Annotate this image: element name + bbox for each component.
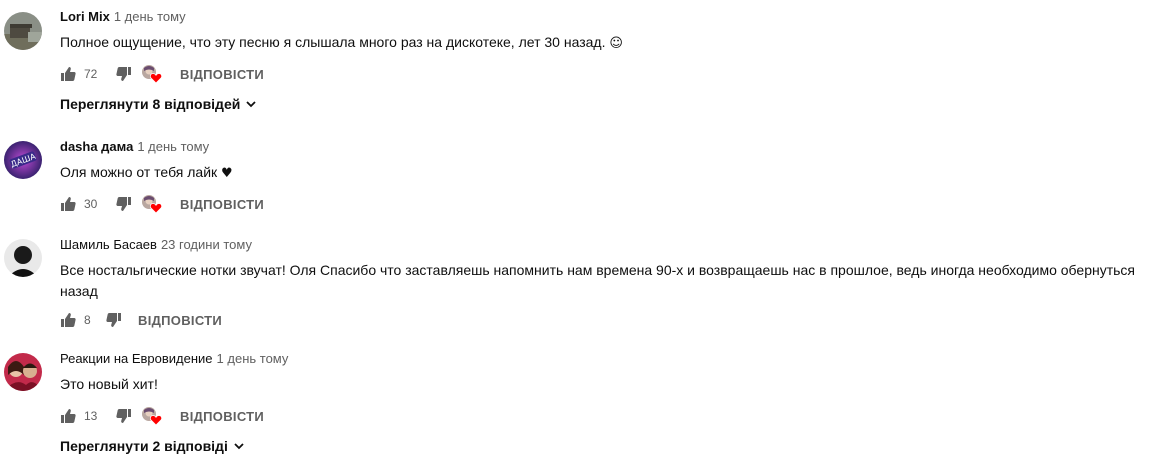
comment: Реакции на Евровидение 1 день тому Это но… [0, 350, 1151, 457]
creator-heart [142, 65, 164, 84]
comment-header: dasha дама 1 день тому [60, 138, 1151, 156]
comment-text: Оля можно от тебя лайк ♥ [60, 162, 1151, 184]
comment-actions: 13 ВІДПОВІСТИ [60, 404, 264, 428]
comment-text-body: Оля можно от тебя лайк [60, 164, 218, 180]
like-count: 13 [84, 409, 98, 423]
comment-text-body: Полное ощущение, что эту песню я слышала… [60, 34, 606, 50]
comment-body: Lori Mix 1 день тому Полное ощущение, что… [60, 8, 1151, 54]
comment-text: Полное ощущение, что эту песню я слышала… [60, 32, 1151, 54]
reply-button[interactable]: ВІДПОВІСТИ [180, 197, 264, 212]
dislike-icon[interactable] [116, 196, 132, 212]
comment: Шамиль Басаев 23 години тому Все ностальг… [0, 236, 1151, 336]
comment-text: Это новый хит! [60, 376, 158, 392]
black-heart-emoji: ♥ [221, 166, 233, 181]
creator-heart [142, 407, 164, 426]
view-replies-label: Переглянути 8 відповідей [60, 96, 241, 112]
like-count: 72 [84, 67, 98, 81]
author-name[interactable]: Реакции на Евровидение [60, 351, 213, 366]
heart-icon [149, 201, 163, 214]
dislike-icon[interactable] [116, 66, 132, 82]
like-count: 8 [84, 313, 91, 327]
chevron-down-icon [234, 443, 244, 450]
creator-heart [142, 195, 164, 214]
like-icon[interactable] [60, 312, 76, 328]
comment-time[interactable]: 23 години тому [161, 237, 252, 252]
smile-emoji: ☺ [609, 36, 623, 51]
avatar[interactable] [4, 353, 42, 391]
comment: ДАША dasha дама 1 день тому Оля можно от … [0, 138, 1151, 223]
avatar[interactable] [4, 12, 42, 50]
avatar[interactable]: ДАША [4, 141, 42, 179]
chevron-down-icon [246, 101, 256, 108]
view-replies-button[interactable]: Переглянути 2 відповіді [60, 436, 246, 456]
comment-header: Реакции на Евровидение 1 день тому [60, 350, 1151, 368]
comment-actions: 30 ВІДПОВІСТИ [60, 192, 264, 216]
like-icon[interactable] [60, 66, 76, 82]
comment-time[interactable]: 1 день тому [114, 9, 186, 24]
comment: Lori Mix 1 день тому Полное ощущение, что… [0, 8, 1151, 123]
avatar[interactable] [4, 239, 42, 277]
comment-header: Lori Mix 1 день тому [60, 8, 1151, 26]
author-name[interactable]: dasha дама [60, 139, 133, 154]
comment-actions: 8 ВІДПОВІСТИ [60, 308, 222, 332]
comment-header: Шамиль Басаев 23 години тому [60, 236, 1151, 254]
reply-button[interactable]: ВІДПОВІСТИ [138, 313, 222, 328]
heart-icon [149, 71, 163, 84]
author-name[interactable]: Lori Mix [60, 9, 110, 24]
reply-button[interactable]: ВІДПОВІСТИ [180, 67, 264, 82]
view-replies-label: Переглянути 2 відповіді [60, 438, 228, 454]
like-icon[interactable] [60, 196, 76, 212]
dislike-icon[interactable] [116, 408, 132, 424]
comment-body: Шамиль Басаев 23 години тому Все ностальг… [60, 236, 1151, 302]
comment-actions: 72 ВІДПОВІСТИ [60, 62, 264, 86]
like-count: 30 [84, 197, 98, 211]
comment-body: Реакции на Евровидение 1 день тому Это но… [60, 350, 1151, 394]
comment-body: dasha дама 1 день тому Оля можно от тебя … [60, 138, 1151, 184]
dislike-icon[interactable] [106, 312, 122, 328]
comment-text: Все ностальгические нотки звучат! Оля Сп… [60, 262, 1136, 299]
comment-time[interactable]: 1 день тому [137, 139, 209, 154]
view-replies-button[interactable]: Переглянути 8 відповідей [60, 94, 258, 114]
like-icon[interactable] [60, 408, 76, 424]
comment-time[interactable]: 1 день тому [217, 351, 289, 366]
heart-icon [149, 413, 163, 426]
author-name[interactable]: Шамиль Басаев [60, 237, 157, 252]
reply-button[interactable]: ВІДПОВІСТИ [180, 409, 264, 424]
